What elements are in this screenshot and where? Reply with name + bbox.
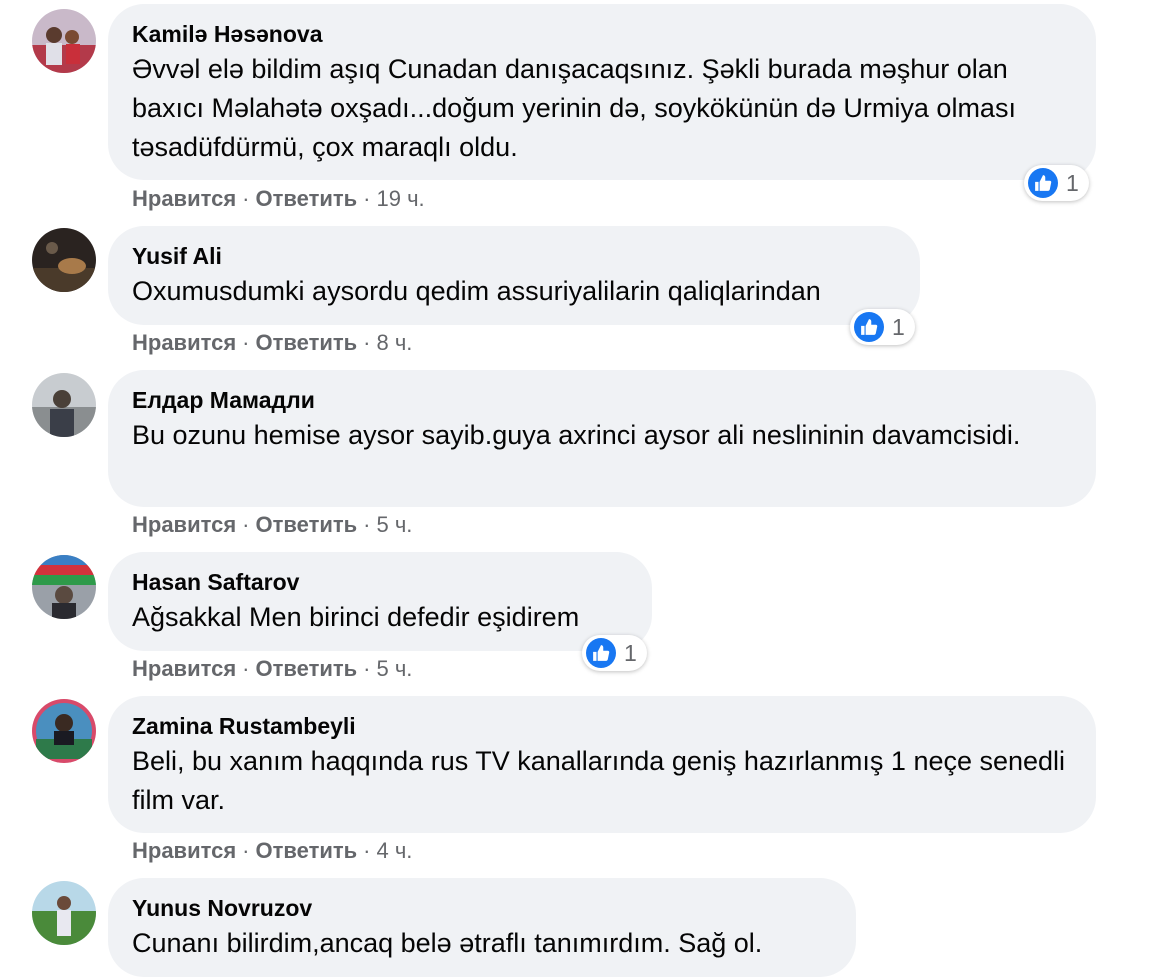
comment-text: Cunanı bilirdim,ancaq belə ətraflı tanım… <box>132 928 763 958</box>
comment-author[interactable]: Hasan Saftarov <box>132 568 628 596</box>
reply-button[interactable]: Ответить <box>256 186 358 211</box>
reply-button[interactable]: Ответить <box>256 330 358 355</box>
reaction-count: 1 <box>892 313 905 340</box>
reaction-badge[interactable]: 1 <box>582 635 647 671</box>
separator: · <box>242 330 250 355</box>
thumbs-up-icon <box>854 312 884 342</box>
separator: · <box>363 186 371 211</box>
thumbs-up-icon <box>1028 168 1058 198</box>
like-button[interactable]: Нравится <box>132 838 236 863</box>
separator: · <box>242 186 250 211</box>
reaction-badge[interactable]: 1 <box>1024 165 1089 201</box>
reaction-count: 1 <box>624 639 637 666</box>
avatar[interactable] <box>32 373 96 437</box>
like-button[interactable]: Нравится <box>132 330 236 355</box>
comment-author[interactable]: Zamina Rustambeyli <box>132 712 1072 740</box>
avatar[interactable] <box>32 9 96 73</box>
reply-button[interactable]: Ответить <box>256 838 358 863</box>
comment-bubble: Zamina Rustambeyli Beli, bu xanım haqqın… <box>108 696 1096 833</box>
comment-bubble: Елдар Мамадли Bu ozunu hemise aysor sayi… <box>108 370 1096 507</box>
comment-text: Oxumusdumki aysordu qedim assuriyalilari… <box>132 276 821 306</box>
separator: · <box>242 838 250 863</box>
comment-actions: Нравится · Ответить · 19 ч. <box>132 185 425 213</box>
separator: · <box>363 330 371 355</box>
reply-button[interactable]: Ответить <box>256 656 358 681</box>
separator: · <box>363 512 371 537</box>
comment-text: Beli, bu xanım haqqında rus TV kanalları… <box>132 746 1066 815</box>
comment-time[interactable]: 19 ч. <box>377 186 425 211</box>
comment-actions: Нравится · Ответить · 4 ч. <box>132 837 412 865</box>
comment-time[interactable]: 5 ч. <box>377 512 413 537</box>
thumbs-up-icon <box>586 638 616 668</box>
like-button[interactable]: Нравится <box>132 512 236 537</box>
comment-bubble: Yunus Novruzov Cunanı bilirdim,ancaq bel… <box>108 878 856 977</box>
avatar[interactable] <box>32 699 96 763</box>
like-button[interactable]: Нравится <box>132 656 236 681</box>
comment-actions: Нравится · Ответить · 8 ч. <box>132 329 412 357</box>
comment-time[interactable]: 4 ч. <box>377 838 413 863</box>
comment-author[interactable]: Yusif Ali <box>132 242 896 270</box>
separator: · <box>363 838 371 863</box>
comment-author[interactable]: Елдар Мамадли <box>132 386 1072 414</box>
reaction-count: 1 <box>1066 169 1079 196</box>
comment-time[interactable]: 8 ч. <box>377 330 413 355</box>
avatar[interactable] <box>32 555 96 619</box>
comment-time[interactable]: 5 ч. <box>377 656 413 681</box>
comment-bubble: Kamilə Həsənova Əvvəl elə bildim aşıq Cu… <box>108 4 1096 180</box>
separator: · <box>363 656 371 681</box>
avatar[interactable] <box>32 881 96 945</box>
comment-actions: Нравится · Ответить · 5 ч. <box>132 655 412 683</box>
separator: · <box>242 512 250 537</box>
comment-author[interactable]: Kamilə Həsənova <box>132 20 1072 48</box>
reaction-badge[interactable]: 1 <box>850 309 915 345</box>
like-button[interactable]: Нравится <box>132 186 236 211</box>
comment-actions: Нравится · Ответить · 5 ч. <box>132 511 412 539</box>
comment-author[interactable]: Yunus Novruzov <box>132 894 832 922</box>
reply-button[interactable]: Ответить <box>256 512 358 537</box>
comment-bubble: Hasan Saftarov Ağsakkal Men birinci defe… <box>108 552 652 651</box>
comment-text: Bu ozunu hemise aysor sayib.guya axrinci… <box>132 420 1021 450</box>
avatar[interactable] <box>32 228 96 292</box>
comment-text: Əvvəl elə bildim aşıq Cunadan danışacaqs… <box>132 54 1016 162</box>
comment-text: Ağsakkal Men birinci defedir eşidirem <box>132 602 580 632</box>
comment-bubble: Yusif Ali Oxumusdumki aysordu qedim assu… <box>108 226 920 325</box>
separator: · <box>242 656 250 681</box>
